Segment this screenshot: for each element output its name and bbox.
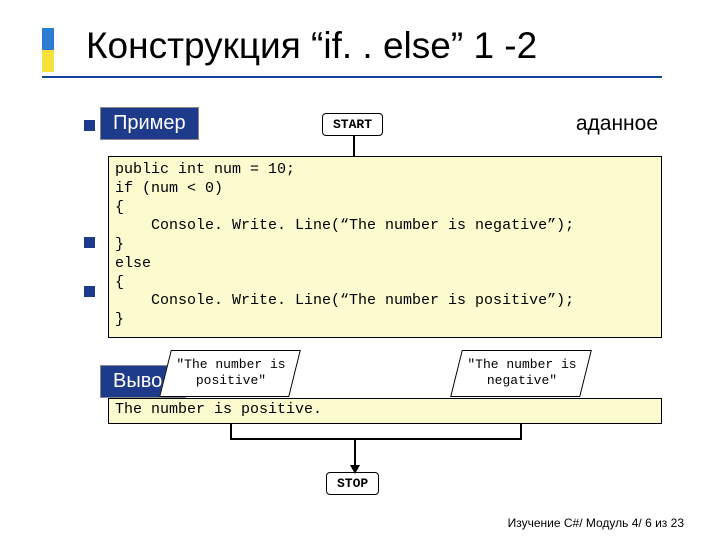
- flowchart-stop: STOP: [326, 472, 379, 495]
- bullet-icon: [84, 286, 95, 297]
- background-text-fragment: аданное: [576, 112, 658, 136]
- flowchart-output-positive: "The number is positive": [159, 350, 301, 397]
- title-accent-blue: [42, 28, 54, 50]
- flowchart-connector: [230, 438, 522, 440]
- title-accent-yellow: [42, 50, 54, 72]
- page-title: Конструкция “if. . else” 1 -2: [86, 25, 537, 67]
- flowchart-output-positive-text: "The number is positive": [167, 351, 295, 388]
- flowchart-start: START: [322, 113, 383, 136]
- bullet-icon: [84, 120, 95, 131]
- bullet-icon: [84, 237, 95, 248]
- flowchart-connector: [353, 136, 355, 156]
- flowchart-output-negative: "The number is negative": [450, 350, 592, 397]
- example-label: Пример: [100, 107, 199, 140]
- slide-footer: Изучение C#/ Модуль 4/ 6 из 23: [508, 516, 684, 530]
- output-text: The number is positive.: [108, 398, 662, 424]
- title-underline: [42, 76, 662, 78]
- code-snippet: public int num = 10; if (num < 0) { Cons…: [108, 156, 662, 338]
- arrow-down-icon: [350, 465, 360, 474]
- flowchart-connector: [354, 438, 356, 468]
- flowchart-output-negative-text: "The number is negative": [458, 351, 586, 388]
